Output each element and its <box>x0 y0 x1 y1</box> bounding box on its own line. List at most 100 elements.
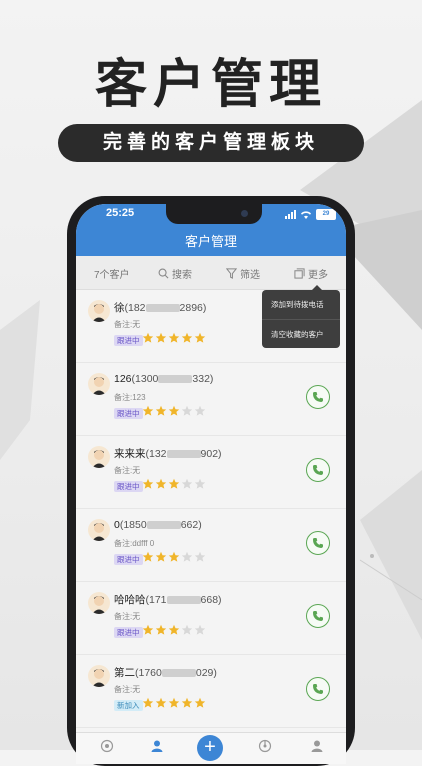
customer-name: 徐(182 2896) <box>114 302 207 314</box>
masked-digits <box>166 450 201 459</box>
camera-icon <box>241 210 248 217</box>
search-icon <box>158 268 169 279</box>
rating-star-icon <box>142 624 154 635</box>
customer-name: 第二(1760 029) <box>114 667 217 679</box>
customer-row[interactable]: 哈哈哈(171 668) 备注:无 跟进中 <box>76 582 346 655</box>
call-button[interactable] <box>306 531 330 555</box>
status-badge: 跟进中 <box>114 627 143 638</box>
more-label: 更多 <box>308 270 328 281</box>
rating-star-icon <box>181 697 193 708</box>
rating-stars <box>142 624 206 636</box>
rating-star-icon <box>194 405 206 416</box>
phone-icon <box>313 538 323 548</box>
customer-count: 7个客户 <box>94 270 130 281</box>
avatar <box>88 373 110 395</box>
search-button[interactable]: 搜索 <box>158 266 192 281</box>
call-button[interactable] <box>306 677 330 701</box>
rating-star-icon <box>155 697 167 708</box>
rating-star-icon <box>194 551 206 562</box>
status-badge: 新加入 <box>114 700 143 711</box>
customer-name: 来来来(132 902) <box>114 448 222 460</box>
menu-item-clear-favorites[interactable]: 清空收藏的客户 <box>262 319 340 349</box>
phone-mockup: 25:25 29 客户管理 7个客户 搜索 筛选 更多 添加到待拨电话 清空收藏… <box>67 196 355 766</box>
app-title: 客户管理 <box>76 228 346 256</box>
customer-note: 备注:无 <box>114 466 141 475</box>
customer-note: 备注:ddfff 0 <box>114 539 155 548</box>
customer-name: 0(1850 662) <box>114 519 202 531</box>
rating-star-icon <box>181 405 193 416</box>
filter-button[interactable]: 筛选 <box>226 266 260 281</box>
rating-star-icon <box>142 478 154 489</box>
add-button[interactable]: + <box>197 735 223 761</box>
rating-star-icon <box>194 697 206 708</box>
rating-star-icon <box>194 478 206 489</box>
customer-note: 备注:无 <box>114 320 141 329</box>
phone-icon <box>313 684 323 694</box>
masked-digits <box>146 521 181 530</box>
add-icon: + <box>204 736 216 758</box>
call-button[interactable] <box>306 458 330 482</box>
customer-note: 备注:123 <box>114 393 146 402</box>
hero-subtitle: 完善的客户管理板块 <box>58 124 364 162</box>
phone-icon <box>313 465 323 475</box>
home-icon[interactable] <box>100 739 114 753</box>
status-badge: 跟进中 <box>114 554 143 565</box>
rating-star-icon <box>181 332 193 343</box>
rating-star-icon <box>142 405 154 416</box>
rating-star-icon <box>181 478 193 489</box>
filter-icon <box>226 268 237 279</box>
status-badge: 跟进中 <box>114 335 143 346</box>
stats-icon[interactable] <box>258 739 272 753</box>
status-icons: 29 <box>285 209 336 220</box>
customer-row[interactable]: 第二(1760 029) 备注:无 新加入 <box>76 655 346 728</box>
rating-star-icon <box>181 551 193 562</box>
customer-row[interactable]: 来来来(132 902) 备注:无 跟进中 <box>76 436 346 509</box>
status-badge: 跟进中 <box>114 408 143 419</box>
phone-icon <box>313 611 323 621</box>
rating-star-icon <box>155 405 167 416</box>
phone-screen: 25:25 29 客户管理 7个客户 搜索 筛选 更多 添加到待拨电话 清空收藏… <box>76 204 346 764</box>
rating-stars <box>142 332 206 344</box>
customer-row[interactable]: 0(1850 662) 备注:ddfff 0 跟进中 <box>76 509 346 582</box>
rating-star-icon <box>168 697 180 708</box>
avatar <box>88 665 110 687</box>
hero-title: 客户管理 <box>94 56 327 114</box>
battery-icon: 29 <box>316 209 336 220</box>
rating-star-icon <box>142 697 154 708</box>
customer-list: 徐(182 2896) 备注:无 跟进中 126(1300 332) 备注:123 … <box>76 290 346 728</box>
rating-star-icon <box>155 332 167 343</box>
menu-item-add-to-pending-calls[interactable]: 添加到待拨电话 <box>262 290 340 319</box>
customer-row[interactable]: 126(1300 332) 备注:123 跟进中 <box>76 363 346 436</box>
status-time: 25:25 <box>106 207 135 219</box>
status-bar: 25:25 29 <box>76 204 346 228</box>
rating-star-icon <box>168 332 180 343</box>
more-dropdown-menu: 添加到待拨电话 清空收藏的客户 <box>262 285 340 349</box>
call-button[interactable] <box>306 385 330 409</box>
masked-digits <box>158 375 193 384</box>
search-label: 搜索 <box>172 270 192 281</box>
call-button[interactable] <box>306 604 330 628</box>
rating-star-icon <box>155 551 167 562</box>
status-badge: 跟进中 <box>114 481 143 492</box>
masked-digits <box>145 304 180 313</box>
rating-star-icon <box>142 332 154 343</box>
avatar <box>88 592 110 614</box>
rating-star-icon <box>155 478 167 489</box>
bottom-tab-bar: + <box>76 732 346 764</box>
rating-star-icon <box>168 624 180 635</box>
signal-icon <box>285 210 296 219</box>
more-button[interactable]: 更多 <box>294 266 328 281</box>
rating-star-icon <box>168 478 180 489</box>
contacts-icon[interactable] <box>150 739 164 753</box>
phone-notch <box>166 204 262 224</box>
rating-stars <box>142 405 206 417</box>
wifi-icon <box>301 211 311 219</box>
filter-label: 筛选 <box>240 270 260 281</box>
rating-stars <box>142 478 206 490</box>
avatar <box>88 519 110 541</box>
masked-digits <box>166 596 201 605</box>
list-toolbar: 7个客户 搜索 筛选 更多 <box>76 256 346 290</box>
profile-icon[interactable] <box>310 739 324 753</box>
customer-name: 126(1300 332) <box>114 373 214 385</box>
rating-star-icon <box>194 624 206 635</box>
